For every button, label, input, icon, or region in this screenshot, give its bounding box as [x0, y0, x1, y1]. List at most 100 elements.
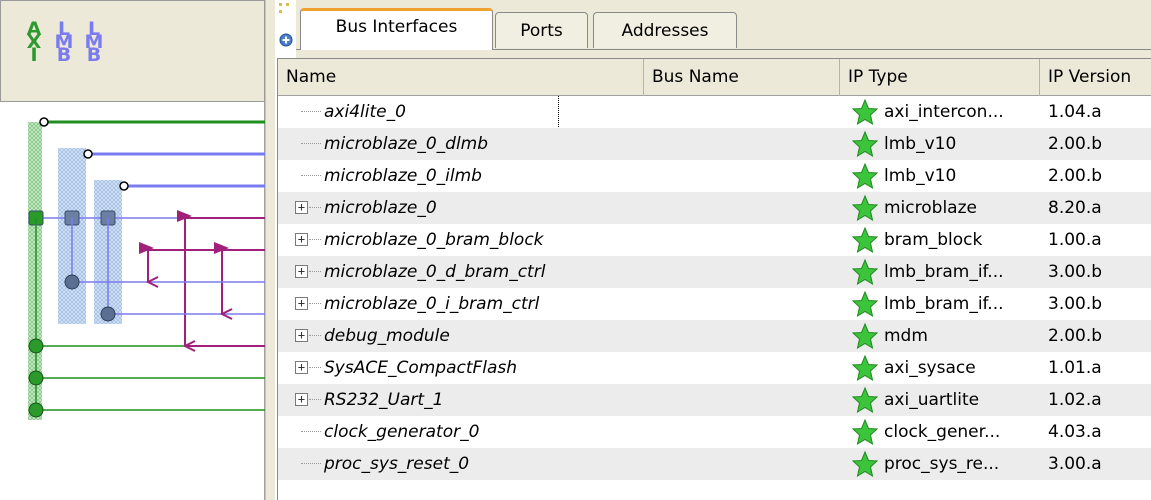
ip-type-cell[interactable]: lmb_v10: [884, 128, 1040, 160]
table-row[interactable]: + microblaze_0 microblaze 8.20.a: [278, 192, 1151, 224]
instance-name-cell[interactable]: microblaze_0_dlmb: [324, 128, 640, 160]
slave-connector-icon: [28, 338, 44, 354]
ip-version-cell[interactable]: 3.00.b: [1048, 288, 1148, 320]
ip-type-cell[interactable]: lmb_bram_if...: [884, 288, 1040, 320]
table-row[interactable]: proc_sys_reset_0 proc_sys_re... 3.00.a: [278, 448, 1151, 480]
bus-name-cell[interactable]: [652, 128, 838, 160]
column-header-ip-version[interactable]: IP Version: [1040, 59, 1151, 96]
bus-header-column: LMB: [83, 20, 105, 65]
instance-name-label: microblaze_0_d_bram_ctrl: [324, 262, 546, 282]
instance-name-cell[interactable]: RS232_Uart_1: [324, 384, 640, 416]
ip-version-cell[interactable]: 4.03.a: [1048, 416, 1148, 448]
instance-name-cell[interactable]: SysACE_CompactFlash: [324, 352, 640, 384]
instance-name-cell[interactable]: microblaze_0: [324, 192, 640, 224]
table-row[interactable]: + microblaze_0_i_bram_ctrl lmb_bram_if... 3…: [278, 288, 1151, 320]
ip-version-cell[interactable]: 1.00.a: [1048, 224, 1148, 256]
bus-name-cell[interactable]: [652, 352, 838, 384]
column-header-name[interactable]: Name: [278, 59, 644, 96]
panel-splitter[interactable]: [265, 0, 275, 500]
table-row[interactable]: microblaze_0_ilmb lmb_v10 2.00.b: [278, 160, 1151, 192]
ip-version-cell[interactable]: 2.00.b: [1048, 128, 1148, 160]
ip-type-cell[interactable]: mdm: [884, 320, 1040, 352]
tree-connector-line: [301, 143, 321, 144]
column-header-ip-type[interactable]: IP Type: [840, 59, 1040, 96]
tree-connector-line: [309, 303, 321, 304]
bus-name-cell[interactable]: [652, 288, 838, 320]
ip-type-cell[interactable]: bram_block: [884, 224, 1040, 256]
green-star-icon: [852, 131, 878, 157]
tab-ports[interactable]: Ports: [495, 12, 588, 48]
bus-name-cell[interactable]: [652, 224, 838, 256]
tree-connector-line: [309, 399, 321, 400]
slave-connector-icon: [28, 370, 44, 386]
ip-version-cell[interactable]: 1.01.a: [1048, 352, 1148, 384]
green-star-icon: [852, 387, 878, 413]
ip-type-cell[interactable]: lmb_bram_if...: [884, 256, 1040, 288]
instance-name-cell[interactable]: microblaze_0_ilmb: [324, 160, 640, 192]
ip-type-cell[interactable]: axi_uartlite: [884, 384, 1040, 416]
plus-expander-icon[interactable]: +: [295, 393, 308, 406]
instance-name-cell[interactable]: debug_module: [324, 320, 640, 352]
plus-expander-icon[interactable]: +: [295, 361, 308, 374]
table-row[interactable]: axi4lite_0 axi_intercon... 1.04.a: [278, 96, 1151, 128]
ip-type-cell[interactable]: axi_intercon...: [884, 96, 1040, 128]
ip-type-cell[interactable]: microblaze: [884, 192, 1040, 224]
bus-endpoint-icon: [119, 181, 129, 191]
ip-type-cell[interactable]: lmb_v10: [884, 160, 1040, 192]
bus-name-cell[interactable]: [652, 192, 838, 224]
bus-name-cell[interactable]: [652, 416, 838, 448]
ip-type-cell[interactable]: axi_sysace: [884, 352, 1040, 384]
plus-expander-icon[interactable]: +: [295, 265, 308, 278]
plus-expander-icon[interactable]: +: [295, 297, 308, 310]
table-row[interactable]: clock_generator_0 clock_gener... 4.03.a: [278, 416, 1151, 448]
table-row[interactable]: + microblaze_0_d_bram_ctrl lmb_bram_if... 3…: [278, 256, 1151, 288]
bus-name-cell[interactable]: [652, 256, 838, 288]
slave-connector-icon: [100, 306, 116, 322]
instance-name-cell[interactable]: proc_sys_reset_0: [324, 448, 640, 480]
green-star-icon: [852, 227, 878, 253]
tree-connector-line: [309, 335, 321, 336]
instance-name-cell[interactable]: axi4lite_0: [324, 96, 640, 128]
plus-expander-icon[interactable]: +: [295, 201, 308, 214]
ip-version-cell[interactable]: 2.00.b: [1048, 320, 1148, 352]
bus-name-cell[interactable]: [652, 160, 838, 192]
plus-expander-icon[interactable]: +: [295, 233, 308, 246]
bus-name-cell[interactable]: [652, 96, 838, 128]
instance-name-cell[interactable]: clock_generator_0: [324, 416, 640, 448]
bus-name-cell[interactable]: [652, 320, 838, 352]
table-row[interactable]: + SysACE_CompactFlash axi_sysace 1.01.a: [278, 352, 1151, 384]
ip-version-cell[interactable]: 2.00.b: [1048, 160, 1148, 192]
plus-expander-icon[interactable]: +: [295, 329, 308, 342]
green-star-icon: [852, 163, 878, 189]
table-row[interactable]: + microblaze_0_bram_block bram_block 1.00.a: [278, 224, 1151, 256]
bus-header-column: LMB: [53, 20, 75, 65]
bus-column-header: AXI LMB LMB: [0, 0, 265, 102]
table-row[interactable]: + RS232_Uart_1 axi_uartlite 1.02.a: [278, 384, 1151, 416]
bus-name-cell[interactable]: [652, 384, 838, 416]
table-row[interactable]: + debug_module mdm 2.00.b: [278, 320, 1151, 352]
expand-all-icon[interactable]: [276, 0, 296, 50]
instance-name-cell[interactable]: microblaze_0_bram_block: [324, 224, 640, 256]
ip-type-cell[interactable]: proc_sys_re...: [884, 448, 1040, 480]
bus-connection-diagram[interactable]: [0, 102, 265, 500]
instance-name-label: proc_sys_reset_0: [324, 454, 470, 474]
ip-version-cell[interactable]: 8.20.a: [1048, 192, 1148, 224]
tab-addresses[interactable]: Addresses: [593, 12, 737, 48]
ip-version-cell[interactable]: 1.02.a: [1048, 384, 1148, 416]
table-row[interactable]: microblaze_0_dlmb lmb_v10 2.00.b: [278, 128, 1151, 160]
ip-version-cell[interactable]: 3.00.b: [1048, 256, 1148, 288]
table-header: Name Bus Name IP Type IP Version: [278, 58, 1151, 96]
bus-name-cell[interactable]: [652, 448, 838, 480]
column-header-bus-name[interactable]: Bus Name: [644, 59, 840, 96]
ip-type-cell[interactable]: clock_gener...: [884, 416, 1040, 448]
instance-name-label: debug_module: [324, 326, 450, 346]
instance-name-label: microblaze_0_dlmb: [324, 134, 489, 154]
ip-version-cell[interactable]: 3.00.a: [1048, 448, 1148, 480]
instance-name-cell[interactable]: microblaze_0_d_bram_ctrl: [324, 256, 640, 288]
ip-version-cell[interactable]: 1.04.a: [1048, 96, 1148, 128]
instance-name-cell[interactable]: microblaze_0_i_bram_ctrl: [324, 288, 640, 320]
tree-connector-line: [309, 207, 321, 208]
bus-endpoint-icon: [83, 149, 93, 159]
bus-interfaces-table: Name Bus Name IP Type IP Version axi4lit…: [277, 58, 1151, 500]
tab-bus-interfaces[interactable]: Bus Interfaces: [300, 8, 493, 50]
